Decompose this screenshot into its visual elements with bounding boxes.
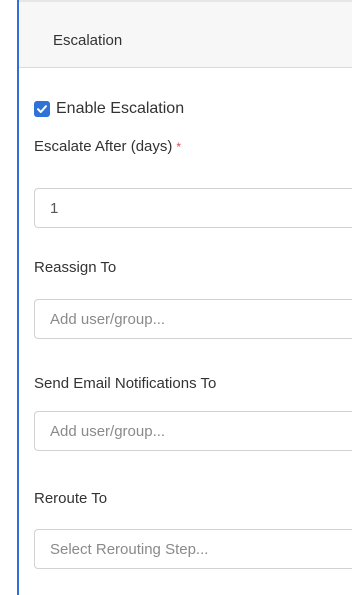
required-marker: * (176, 140, 182, 154)
send-email-placeholder: Add user/group... (50, 422, 166, 440)
reroute-to-select[interactable]: Select Rerouting Step... (34, 529, 352, 569)
send-email-input[interactable]: Add user/group... (34, 411, 352, 451)
reassign-to-label: Reassign To (34, 259, 117, 276)
checkmark-icon (37, 105, 47, 113)
escalate-after-value: 1 (50, 199, 59, 217)
reroute-to-placeholder: Select Rerouting Step... (50, 540, 209, 558)
reroute-to-label: Reroute To (34, 490, 108, 507)
escalate-after-label: Escalate After (days) (34, 138, 173, 155)
enable-escalation-row[interactable]: Enable Escalation (34, 99, 184, 119)
escalation-page: Escalation Enable Escalation Escalate Af… (0, 0, 352, 595)
panel-header: Escalation (19, 0, 352, 68)
reassign-to-placeholder: Add user/group... (50, 310, 166, 328)
send-email-label: Send Email Notifications To (34, 375, 217, 392)
enable-escalation-label[interactable]: Enable Escalation (56, 100, 184, 118)
escalate-after-input[interactable]: 1 (34, 188, 352, 228)
panel-title: Escalation (53, 32, 123, 49)
reassign-to-input[interactable]: Add user/group... (34, 299, 352, 339)
enable-escalation-checkbox[interactable] (34, 101, 50, 117)
escalate-after-label-row: Escalate After (days) * (34, 138, 181, 155)
